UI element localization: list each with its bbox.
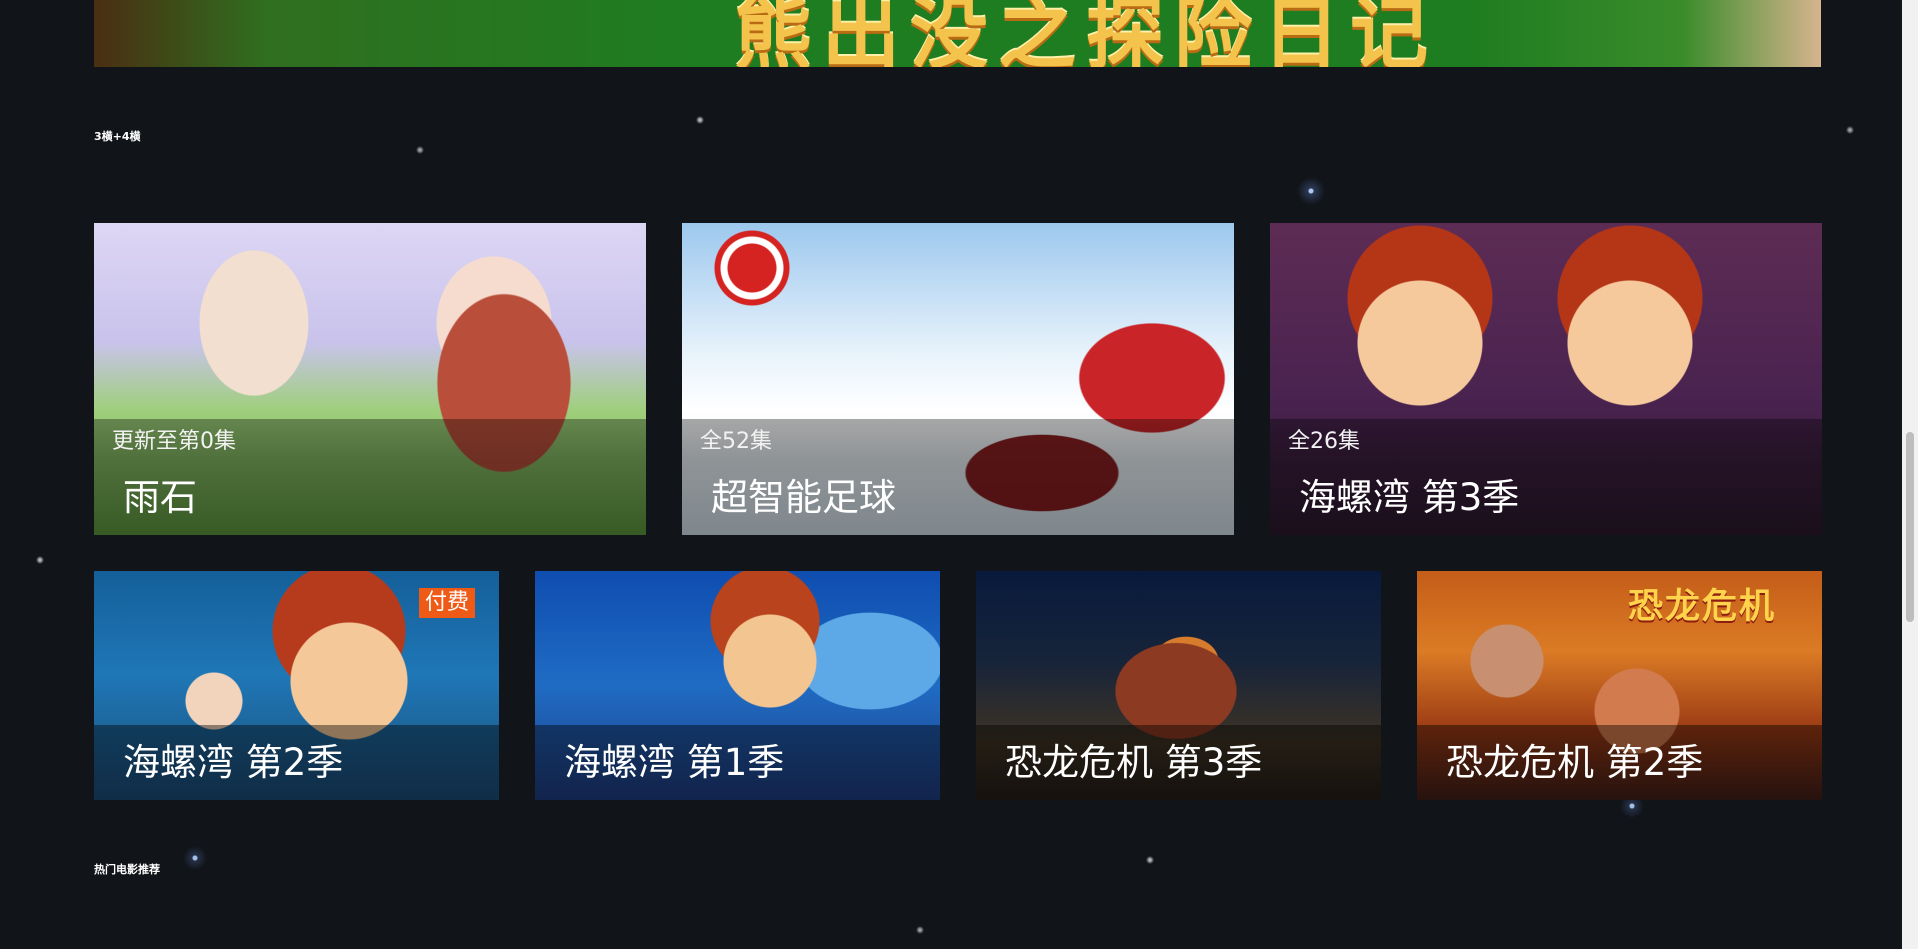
card-title: 超智能足球 [711,476,896,519]
card-title: 恐龙危机 第2季 [1446,741,1704,784]
banner-title-text: 熊出没之探险日记 [734,0,1439,67]
card-yushi[interactable]: 更新至第0集 雨石 [94,223,646,535]
card-title: 雨石 [123,476,197,519]
card-title: 海螺湾 第3季 [1299,476,1520,519]
episode-status: 全26集 [1288,429,1360,454]
card-dinosaur-crisis-season-3[interactable]: 恐龙危机 第3季 [976,571,1381,800]
section-title-3-plus-4: 3横+4横 [94,130,141,143]
section-title-hot-movies: 热门电影推荐 [94,863,160,876]
vertical-scrollbar[interactable] [1902,0,1918,949]
paid-badge: 付费 [418,588,475,618]
card-hailuowan-season-2[interactable]: 付费 海螺湾 第2季 [94,571,499,800]
card-dinosaur-crisis-season-2[interactable]: 恐龙危机 恐龙危机 第2季 [1417,571,1822,800]
top-banner-image[interactable]: 熊出没之探险日记 [94,0,1821,67]
scrollbar-thumb[interactable] [1906,432,1914,622]
card-title: 恐龙危机 第3季 [1005,741,1263,784]
card-hailuowan-season-3[interactable]: 全26集 海螺湾 第3季 [1270,223,1822,535]
card-title: 海螺湾 第2季 [123,741,344,784]
card-hailuowan-season-1[interactable]: 海螺湾 第1季 [535,571,940,800]
card-super-smart-football[interactable]: 全52集 超智能足球 [682,223,1234,535]
poster-logo-text: 恐龙危机 [1627,587,1776,627]
episode-status: 全52集 [700,429,772,454]
episode-status: 更新至第0集 [112,429,236,454]
card-title: 海螺湾 第1季 [564,741,785,784]
